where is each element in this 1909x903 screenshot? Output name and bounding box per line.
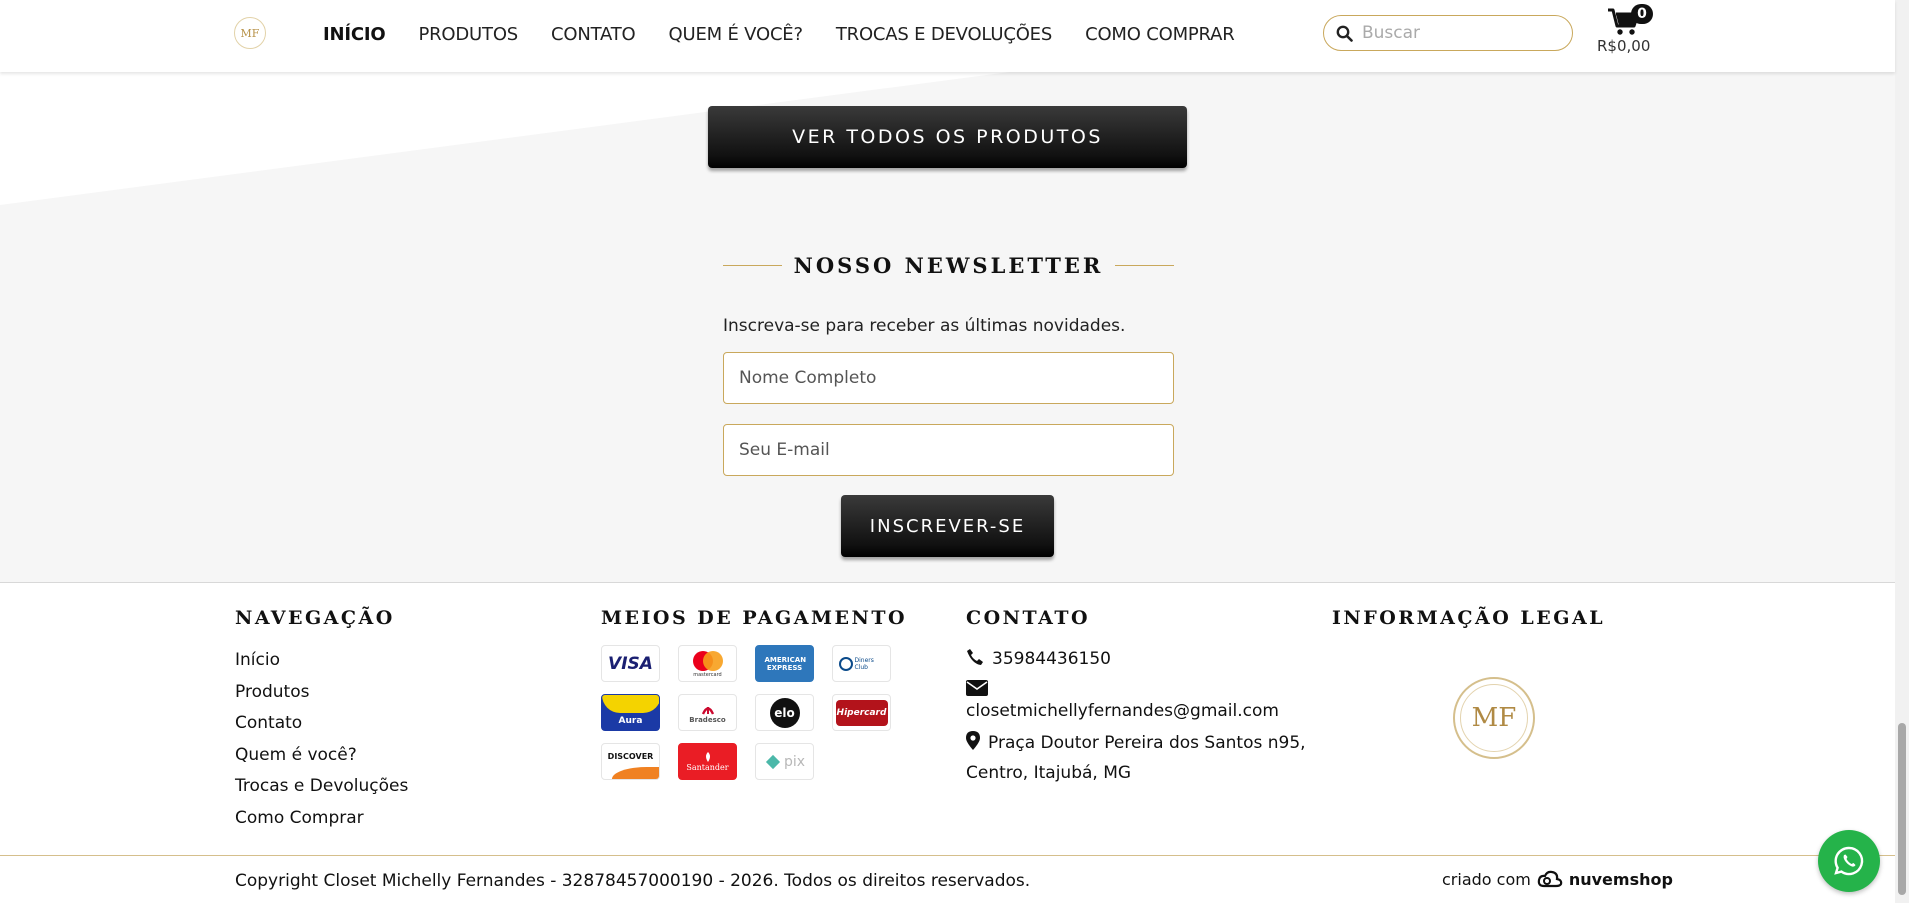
nav-contato[interactable]: CONTATO: [551, 24, 636, 45]
hipercard-logo: Hipercard: [832, 694, 891, 731]
santander-logo: Santander: [678, 743, 737, 780]
scrollbar-thumb[interactable]: [1898, 723, 1906, 895]
subscribe-button[interactable]: INSCREVER-SE: [841, 495, 1054, 557]
made-by-nuvemshop[interactable]: criado com nuvemshop: [1442, 869, 1673, 889]
contact-email[interactable]: closetmichellyfernandes@gmail.com: [966, 677, 1306, 725]
footer-contact-title: CONTATO: [966, 607, 1091, 629]
footer-payment-title: MEIOS DE PAGAMENTO: [601, 607, 908, 629]
main-nav: INÍCIO PRODUTOS CONTATO QUEM É VOCÊ? TRO…: [323, 24, 1268, 45]
newsletter-section: NOSSO NEWSLETTER Inscreva-se para recebe…: [0, 206, 1895, 582]
contact-address-text: Praça Doutor Pereira dos Santos n95, Cen…: [966, 733, 1306, 783]
copyright-text: Copyright Closet Michelly Fernandes - 32…: [235, 871, 1031, 891]
page-scrollbar[interactable]: [1895, 0, 1909, 903]
nav-produtos[interactable]: PRODUTOS: [418, 24, 518, 45]
aura-logo: Aura: [601, 694, 660, 731]
cart-count-badge: 0: [1631, 4, 1653, 24]
bradesco-logo: Bradesco: [678, 694, 737, 731]
footer-navigation: NAVEGAÇÃO Início Produtos Contato Quem é…: [235, 607, 408, 834]
nuvemshop-logo-icon: [1537, 869, 1563, 889]
footer-link-contato[interactable]: Contato: [235, 708, 408, 740]
store-logo[interactable]: MF: [234, 17, 266, 49]
footer-contact: CONTATO 35984436150 closetmichellyfernan…: [966, 607, 1306, 787]
contact-address: Praça Doutor Pereira dos Santos n95, Cen…: [966, 729, 1306, 787]
whatsapp-button[interactable]: [1818, 830, 1880, 892]
nav-como-comprar[interactable]: COMO COMPRAR: [1085, 24, 1235, 45]
pix-logo: pix: [755, 743, 814, 780]
footer-legal: INFORMAÇÃO LEGAL MF: [1332, 607, 1606, 807]
mastercard-logo: mastercard: [678, 645, 737, 682]
site-footer: NAVEGAÇÃO Início Produtos Contato Quem é…: [0, 582, 1895, 903]
site-header: MF INÍCIO PRODUTOS CONTATO QUEM É VOCÊ? …: [0, 0, 1895, 72]
title-divider-right: [1115, 264, 1174, 266]
newsletter-title: NOSSO NEWSLETTER: [793, 252, 1104, 278]
elo-logo: elo: [755, 694, 814, 731]
footer-link-trocas-devolucoes[interactable]: Trocas e Devoluções: [235, 771, 408, 803]
made-by-brand: nuvemshop: [1568, 869, 1673, 889]
footer-link-quem-e-voce[interactable]: Quem é você?: [235, 740, 408, 772]
footer-nav-title: NAVEGAÇÃO: [235, 607, 395, 629]
footer-divider: [0, 855, 1895, 856]
cart-widget[interactable]: 0 R$0,00: [1597, 3, 1657, 55]
payment-logos: VISA mastercard AMERICAN EXPRESS Diners …: [601, 645, 907, 780]
nav-inicio[interactable]: INÍCIO: [323, 24, 386, 45]
full-name-field[interactable]: [723, 352, 1174, 404]
whatsapp-icon: [1833, 845, 1865, 877]
map-pin-icon: [966, 731, 980, 759]
cart-total: R$0,00: [1597, 37, 1651, 55]
contact-phone[interactable]: 35984436150: [966, 645, 1306, 675]
discover-logo: DISCOVER: [601, 743, 660, 780]
title-divider-left: [723, 264, 782, 266]
store-seal-logo: MF: [1453, 677, 1535, 759]
footer-link-como-comprar[interactable]: Como Comprar: [235, 803, 408, 835]
newsletter-description: Inscreva-se para receber as últimas novi…: [723, 316, 1126, 336]
diners-club-logo: Diners Club: [832, 645, 891, 682]
footer-payment: MEIOS DE PAGAMENTO VISA mastercard AMERI…: [601, 607, 907, 780]
visa-logo: VISA: [601, 645, 660, 682]
amex-logo: AMERICAN EXPRESS: [755, 645, 814, 682]
made-by-prefix: criado com: [1442, 869, 1531, 889]
newsletter-title-row: NOSSO NEWSLETTER: [723, 250, 1174, 280]
products-section-bottom: VER TODOS OS PRODUTOS: [0, 60, 1895, 210]
email-field[interactable]: [723, 424, 1174, 476]
search-box: [1323, 15, 1573, 51]
contact-email-address[interactable]: closetmichellyfernandes@gmail.com: [966, 701, 1279, 721]
search-icon[interactable]: [1336, 25, 1353, 46]
footer-link-produtos[interactable]: Produtos: [235, 677, 408, 709]
contact-phone-number[interactable]: 35984436150: [992, 649, 1111, 669]
footer-legal-title: INFORMAÇÃO LEGAL: [1332, 607, 1606, 629]
phone-icon: [966, 647, 984, 675]
view-all-products-button[interactable]: VER TODOS OS PRODUTOS: [708, 106, 1187, 168]
footer-link-inicio[interactable]: Início: [235, 645, 408, 677]
envelope-icon: [966, 677, 1298, 697]
nav-trocas-devolucoes[interactable]: TROCAS E DEVOLUÇÕES: [836, 24, 1052, 45]
search-input[interactable]: [1362, 21, 1562, 45]
nav-quem-e-voce[interactable]: QUEM É VOCÊ?: [669, 24, 804, 45]
